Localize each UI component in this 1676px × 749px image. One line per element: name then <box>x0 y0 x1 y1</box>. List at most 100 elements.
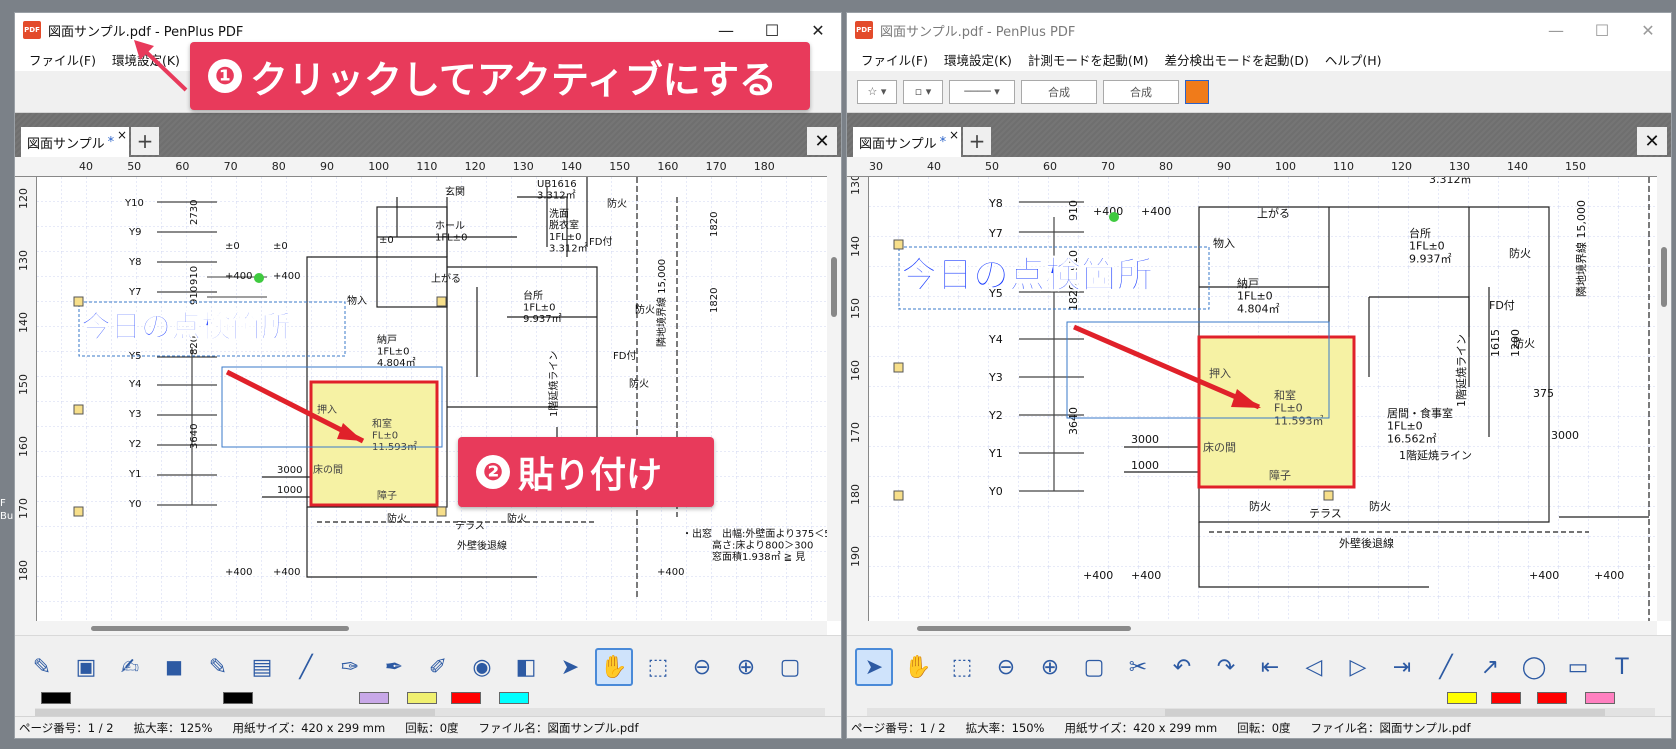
menu-measure[interactable]: 計測モードを起動(M) <box>1020 50 1157 69</box>
color-swatch[interactable] <box>451 692 481 704</box>
color-swatch[interactable] <box>1585 692 1615 704</box>
stamp-dropdown[interactable]: ☆ ▾ <box>857 79 897 104</box>
menu-file[interactable]: ファイル(F) <box>21 50 104 69</box>
select-icon[interactable]: ⬚ <box>639 648 677 686</box>
doc-icon[interactable]: ▤ <box>243 648 281 686</box>
color-swatch[interactable] <box>1447 692 1477 704</box>
rotate-handle[interactable] <box>254 273 264 283</box>
close-button[interactable]: ✕ <box>1625 13 1671 47</box>
tab-close-icon[interactable]: × <box>117 128 127 142</box>
color-swatch[interactable] <box>223 692 253 704</box>
stamp-icon[interactable]: ◉ <box>463 648 501 686</box>
color-swatch[interactable] <box>41 692 71 704</box>
add-tab-button[interactable]: + <box>963 127 991 155</box>
level-tag: ±0 <box>273 241 288 252</box>
pen2-icon[interactable]: ✑ <box>331 648 369 686</box>
prev-icon[interactable]: ◁ <box>1295 648 1333 686</box>
color-swatch[interactable] <box>499 692 529 704</box>
color-swatch[interactable] <box>1537 692 1567 704</box>
scroll-thumb[interactable] <box>91 626 349 631</box>
ruler-tick-label: 70 <box>223 160 238 173</box>
marker-icon[interactable]: ✒ <box>375 648 413 686</box>
page-icon[interactable]: ▢ <box>1075 648 1113 686</box>
undo-icon[interactable]: ↶ <box>1163 648 1201 686</box>
zoom-out-icon[interactable]: ⊖ <box>987 648 1025 686</box>
last-icon[interactable]: ⇥ <box>1383 648 1421 686</box>
annotation-text[interactable]: 今日の点検箇所 <box>81 310 292 346</box>
color-swatch[interactable] <box>1491 692 1521 704</box>
ruler-tick-label: 40 <box>79 160 93 173</box>
pen-icon[interactable]: ✎ <box>23 648 61 686</box>
title-bar[interactable]: PDF 図面サンプル.pdf - PenPlus PDF — ☐ ✕ <box>847 13 1671 47</box>
line-icon[interactable]: ╱ <box>1427 648 1465 686</box>
brush-icon[interactable]: ✐ <box>419 648 457 686</box>
arrow-icon[interactable]: ↗ <box>1471 648 1509 686</box>
menu-file[interactable]: ファイル(F) <box>853 50 936 69</box>
room-label: 上がる <box>1257 206 1290 220</box>
comment-icon[interactable]: ▭ <box>1559 648 1597 686</box>
room-label: 防火 <box>387 512 407 525</box>
blend-dropdown-2[interactable]: 合成 <box>1103 79 1179 104</box>
redo-icon[interactable]: ↷ <box>1207 648 1245 686</box>
image-icon[interactable]: ▣ <box>67 648 105 686</box>
scroll-thumb[interactable] <box>917 626 1131 631</box>
pdf-window-left[interactable]: PDF 図面サンプル.pdf - PenPlus PDF — ☐ ✕ ファイル(… <box>14 12 842 739</box>
close-document-button[interactable]: ✕ <box>807 127 837 155</box>
first-icon[interactable]: ⇤ <box>1251 648 1289 686</box>
line-style-dropdown[interactable]: ──── ▾ <box>949 79 1015 104</box>
rotate-handle[interactable] <box>1109 212 1119 222</box>
eraser-icon[interactable]: ◧ <box>507 648 545 686</box>
pen-ex-icon[interactable]: ✎ <box>199 648 237 686</box>
color-swatch[interactable] <box>407 692 437 704</box>
scroll-thumb[interactable] <box>1661 247 1667 307</box>
menu-diff[interactable]: 差分検出モードを起動(D) <box>1156 50 1316 69</box>
color-picker[interactable] <box>1185 79 1209 104</box>
vertical-scrollbar[interactable] <box>1657 157 1671 621</box>
page-icon[interactable]: ▢ <box>771 648 809 686</box>
level-tag: +400 <box>225 567 252 578</box>
color-swatch[interactable] <box>359 692 389 704</box>
hand-icon[interactable]: ✋ <box>899 648 937 686</box>
next-icon[interactable]: ▷ <box>1339 648 1377 686</box>
pdf-canvas[interactable]: Y10 Y9 Y8 Y7 Y5 Y4 Y3 Y2 Y1 Y0 ±0 ±0 ±0 … <box>37 177 829 621</box>
select-icon[interactable]: ⬚ <box>943 648 981 686</box>
ruler-tick-label: 170 <box>17 498 30 519</box>
minimize-button[interactable]: — <box>1533 13 1579 47</box>
note-icon[interactable]: ✍ <box>111 648 149 686</box>
room-label: 玄関 <box>445 185 465 198</box>
ruler-tick-label: 30 <box>869 160 883 173</box>
pdf-canvas[interactable]: Y8 Y7 Y5 Y4 Y3 Y2 Y1 Y0 +400 +400 +400 +… <box>869 177 1659 621</box>
shape-dropdown[interactable]: ▫ ▾ <box>903 79 943 104</box>
menu-settings[interactable]: 環境設定(K) <box>936 50 1020 69</box>
zoom-in-icon[interactable]: ⊕ <box>1031 648 1069 686</box>
maximize-button[interactable]: ☐ <box>1579 13 1625 47</box>
ruler-tick-label: 180 <box>753 160 775 173</box>
ruler-icon[interactable]: ╱ <box>287 648 325 686</box>
zoom-in-icon[interactable]: ⊕ <box>727 648 765 686</box>
crop-icon[interactable]: ✂ <box>1119 648 1157 686</box>
annotation-text[interactable]: 今日の点検箇所 <box>901 255 1154 297</box>
hand-icon[interactable]: ✋ <box>595 648 633 686</box>
blend-dropdown-1[interactable]: 合成 <box>1021 79 1097 104</box>
callout-text: 貼り付け <box>518 455 663 496</box>
y-label: Y1 <box>988 447 1003 460</box>
box-icon[interactable]: ◼ <box>155 648 193 686</box>
pointer-icon[interactable]: ➤ <box>855 648 893 686</box>
add-tab-button[interactable]: + <box>131 127 159 155</box>
menu-help[interactable]: ヘルプ(H) <box>1317 50 1390 69</box>
y-label: Y8 <box>988 197 1003 210</box>
zoom-out-icon[interactable]: ⊖ <box>683 648 721 686</box>
pointer-icon[interactable]: ➤ <box>551 648 589 686</box>
horizontal-scrollbar[interactable] <box>847 621 1657 635</box>
circle-icon[interactable]: ◯ <box>1515 648 1553 686</box>
tab-document[interactable]: 図面サンプル * × <box>21 127 129 157</box>
close-document-button[interactable]: ✕ <box>1637 127 1667 155</box>
pdf-window-right[interactable]: PDF 図面サンプル.pdf - PenPlus PDF — ☐ ✕ ファイル(… <box>846 12 1672 739</box>
horizontal-scrollbar[interactable] <box>15 621 827 635</box>
tab-document[interactable]: 図面サンプル * × <box>853 127 961 157</box>
tab-close-icon[interactable]: × <box>949 128 959 142</box>
ruler-tick-label: 140 <box>561 160 582 173</box>
scroll-thumb[interactable] <box>831 257 837 317</box>
vertical-scrollbar[interactable] <box>827 157 841 621</box>
text-icon[interactable]: T <box>1603 648 1641 686</box>
